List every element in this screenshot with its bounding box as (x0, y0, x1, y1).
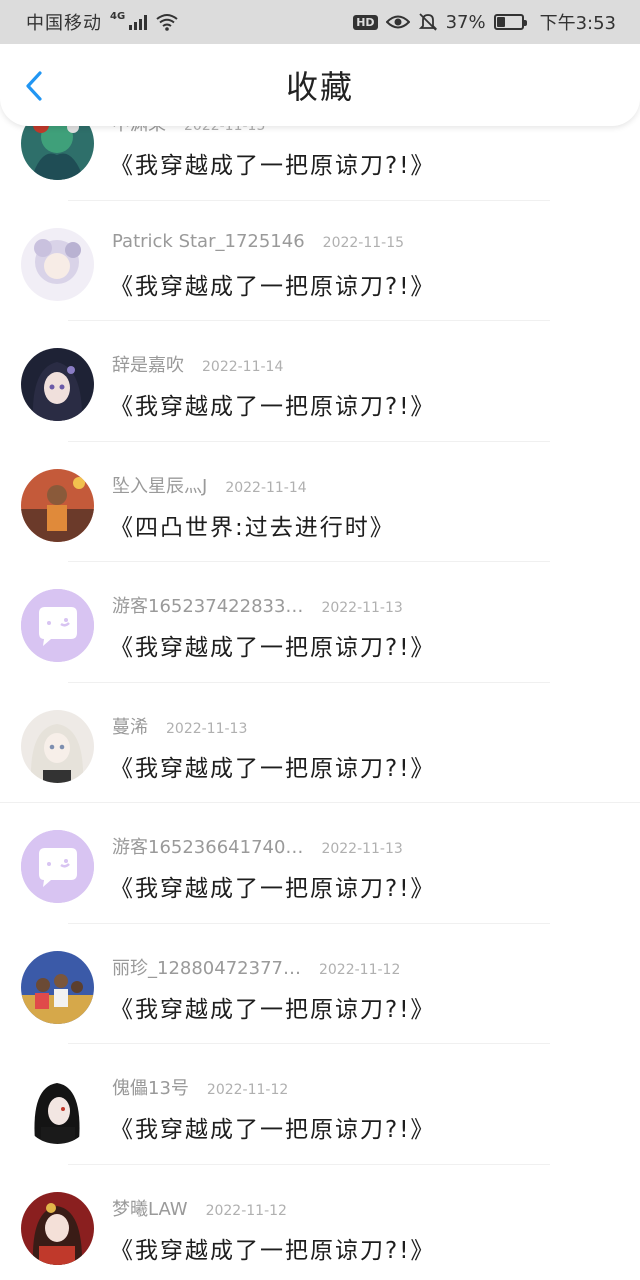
item-meta: 游客165236641740… 2022-11-13 (112, 833, 403, 859)
favorite-date: 2022-11-13 (321, 841, 403, 857)
favorites-list[interactable]: 中渊果 2022-11-15 《我穿越成了一把原谅刀?!》 Patrick St… (0, 80, 640, 1280)
item-meta: 傀儡13号 2022-11-12 (112, 1074, 288, 1100)
chevron-left-icon (26, 71, 42, 101)
username[interactable]: 傀儡13号 (112, 1074, 189, 1100)
avatar-guest[interactable] (21, 589, 94, 662)
book-title[interactable]: 《我穿越成了一把原谅刀?!》 (110, 146, 435, 180)
favorite-item-6[interactable]: 蔓浠 2022-11-13 《我穿越成了一把原谅刀?!》 (0, 683, 640, 803)
carrier-label: 中国移动 (26, 13, 102, 34)
favorite-item-9[interactable]: 傀儡13号 2022-11-12 《我穿越成了一把原谅刀?!》 (0, 1044, 640, 1165)
book-title[interactable]: 《我穿越成了一把原谅刀?!》 (110, 1231, 435, 1265)
favorite-item-2[interactable]: Patrick Star_1725146 2022-11-15 《我穿越成了一把… (0, 201, 640, 321)
status-left: 中国移动 4G (26, 9, 179, 35)
favorite-date: 2022-11-15 (322, 234, 405, 251)
wifi-icon (156, 14, 178, 31)
avatar-guest[interactable] (21, 830, 94, 903)
item-meta: Patrick Star_1725146 2022-11-15 (112, 231, 404, 252)
favorite-date: 2022-11-13 (166, 720, 248, 737)
item-meta: 蔓浠 2022-11-13 (112, 713, 247, 739)
status-right: HD 37% 下午3:53 (353, 9, 616, 35)
favorite-date: 2022-11-12 (205, 1202, 287, 1219)
username[interactable]: Patrick Star_1725146 (112, 231, 305, 252)
book-title[interactable]: 《我穿越成了一把原谅刀?!》 (110, 387, 435, 421)
favorite-item-8[interactable]: 丽珍_12880472377… 2022-11-12 《我穿越成了一把原谅刀?!… (0, 924, 640, 1044)
avatar-white-hair-girl[interactable] (21, 227, 94, 301)
favorite-item-4[interactable]: 坠入星辰灬J 2022-11-14 《四凸世界:过去进行时》 (0, 442, 640, 562)
mute-bell-icon (418, 13, 437, 31)
network-type: 4G (110, 10, 126, 22)
username[interactable]: 游客165236641740… (112, 833, 303, 859)
item-meta: 梦曦LAW 2022-11-12 (112, 1195, 287, 1221)
avatar-street-photo[interactable] (21, 468, 94, 542)
book-title[interactable]: 《我穿越成了一把原谅刀?!》 (110, 869, 435, 903)
book-title[interactable]: 《我穿越成了一把原谅刀?!》 (110, 267, 435, 301)
book-title[interactable]: 《我穿越成了一把原谅刀?!》 (110, 749, 435, 783)
favorite-date: 2022-11-14 (202, 359, 284, 375)
battery-fill (496, 17, 506, 27)
favorite-date: 2022-11-12 (206, 1082, 289, 1098)
favorite-item-3[interactable]: 辞是嘉吹 2022-11-14 《我穿越成了一把原谅刀?!》 (0, 321, 640, 442)
avatar-black-hair-character[interactable] (21, 1071, 94, 1144)
item-meta: 丽珍_12880472377… 2022-11-12 (112, 954, 400, 980)
back-button[interactable] (14, 66, 54, 106)
avatar-group-photo[interactable] (21, 950, 94, 1024)
avatar-red-dress-girl[interactable] (21, 1191, 94, 1265)
favorite-date: 2022-11-12 (318, 961, 401, 978)
item-meta: 坠入星辰灬J 2022-11-14 (112, 472, 307, 498)
status-bar: 中国移动 4G HD 37% 下午3:53 (0, 0, 640, 44)
page-title: 收藏 (285, 68, 354, 106)
signal-icon (129, 14, 148, 30)
username[interactable]: 辞是嘉吹 (112, 351, 184, 377)
favorite-item-7[interactable]: 游客165236641740… 2022-11-13 《我穿越成了一把原谅刀?!… (0, 803, 640, 924)
book-title[interactable]: 《我穿越成了一把原谅刀?!》 (110, 990, 435, 1024)
battery-percent: 37% (445, 11, 486, 33)
avatar-dark-hair-girl[interactable] (21, 348, 94, 421)
item-meta: 游客165237422833… 2022-11-13 (112, 592, 403, 618)
favorite-date: 2022-11-13 (321, 600, 403, 616)
top-nav-bar: 收藏 (0, 44, 640, 126)
eye-icon (385, 15, 410, 29)
clock: 下午3:53 (539, 13, 616, 34)
item-meta: 辞是嘉吹 2022-11-14 (112, 351, 283, 377)
avatar-silver-hair-girl[interactable] (21, 709, 94, 783)
book-title[interactable]: 《我穿越成了一把原谅刀?!》 (110, 628, 435, 662)
screen: 中国移动 4G HD 37% 下午3:53 收藏 2022-11-15 《我穿越… (0, 0, 640, 1280)
username[interactable]: 游客165237422833… (112, 592, 303, 618)
username[interactable]: 蔓浠 (112, 713, 148, 739)
favorite-item-10[interactable]: 梦曦LAW 2022-11-12 《我穿越成了一把原谅刀?!》 (0, 1165, 640, 1280)
battery-icon (493, 14, 527, 30)
username[interactable]: 坠入星辰灬J (112, 472, 207, 498)
favorite-item-5[interactable]: 游客165237422833… 2022-11-13 《我穿越成了一把原谅刀?!… (0, 562, 640, 683)
hd-badge: HD (353, 14, 378, 30)
username[interactable]: 梦曦LAW (112, 1195, 188, 1221)
book-title[interactable]: 《我穿越成了一把原谅刀?!》 (110, 1110, 435, 1144)
book-title[interactable]: 《四凸世界:过去进行时》 (110, 508, 395, 542)
username[interactable]: 丽珍_12880472377… (112, 954, 301, 980)
favorite-date: 2022-11-14 (225, 479, 307, 496)
